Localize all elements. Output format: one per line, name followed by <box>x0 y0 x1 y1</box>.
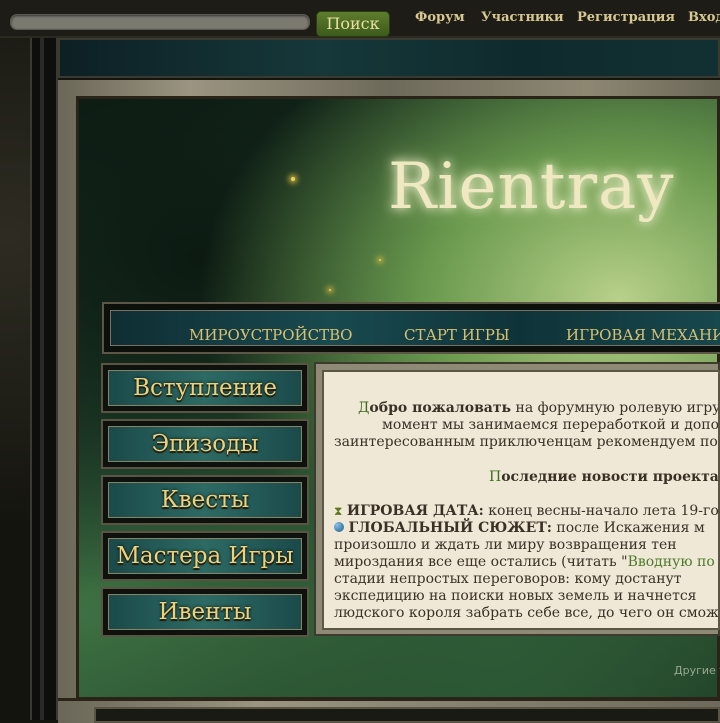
header-strip <box>58 38 720 78</box>
bottom-frame <box>58 698 720 723</box>
sidebar-button-label: Ивенты <box>158 599 252 625</box>
sidebar-button-label: Эпизоды <box>151 431 259 457</box>
nav-forum-link[interactable]: Форум <box>415 10 465 25</box>
intro-link[interactable]: Вводную по <box>628 554 715 570</box>
sidebar-button-label: Квесты <box>160 487 250 513</box>
firefly-light <box>291 177 295 181</box>
sidebar-button-label: Мастера Игры <box>116 543 294 569</box>
welcome-line-3: заинтересованным приключенцам рекомендуе… <box>334 434 720 450</box>
left-background <box>0 36 30 720</box>
sidebar-button-game-masters[interactable]: Мастера Игры <box>101 531 309 581</box>
main-menu-bar: МИРОУСТРОЙСТВО СТАРТ ИГРЫ ИГРОВАЯ МЕХАНИ… <box>102 302 720 354</box>
sidebar-button-quests[interactable]: Квесты <box>101 475 309 525</box>
welcome-panel: Добро пожаловать на форумную ролевую игр… <box>322 370 720 630</box>
other-topics-link[interactable]: Другие т <box>674 664 720 677</box>
nav-register-link[interactable]: Регистрация <box>577 10 675 25</box>
menu-item-mechanics[interactable]: ИГРОВАЯ МЕХАНИК <box>566 326 720 344</box>
firefly-light <box>329 289 331 291</box>
plot-text: произошло и ждать ли миру возвращения те… <box>334 537 677 553</box>
welcome-line-2: момент мы занимаемся переработкой и допо… <box>382 417 720 433</box>
global-plot-line: ГЛОБАЛЬНЫЙ СЮЖЕТ: после Искажения м <box>334 520 705 536</box>
game-date-line: ⧗ ИГРОВАЯ ДАТА: конец весны-начало лета … <box>334 503 719 519</box>
site-logo[interactable]: Rientray <box>388 150 674 224</box>
menu-item-game-start[interactable]: СТАРТ ИГРЫ <box>404 326 510 344</box>
firefly-light <box>379 259 381 261</box>
menu-item-world[interactable]: МИРОУСТРОЙСТВО <box>189 326 352 344</box>
plot-text: экспедицию на поиски новых земель и начн… <box>334 588 697 604</box>
sidebar-button-episodes[interactable]: Эпизоды <box>101 419 309 469</box>
left-decorative-strip <box>30 36 58 720</box>
search-button[interactable]: Поиск <box>316 11 390 37</box>
news-heading: Последние новости проекта <box>489 469 719 485</box>
sidebar-button-events[interactable]: Ивенты <box>101 587 309 637</box>
hourglass-icon: ⧗ <box>334 504 343 518</box>
search-input[interactable] <box>10 14 310 30</box>
plot-text: мироздания все еще остались (читать "Вво… <box>334 554 715 570</box>
sidebar-button-label: Вступление <box>133 375 277 401</box>
top-bar: Поиск Форум Участники Регистрация Вход <box>0 0 720 38</box>
nav-members-link[interactable]: Участники <box>481 10 564 25</box>
sidebar-button-intro[interactable]: Вступление <box>101 363 309 413</box>
plot-text: стадии непростых переговоров: кому доста… <box>334 571 682 587</box>
globe-icon <box>334 522 344 532</box>
plot-text: людского короля забрать себе все, до чег… <box>334 605 720 621</box>
nav-login-link[interactable]: Вход <box>688 10 720 25</box>
welcome-line: Добро пожаловать на форумную ролевую игр… <box>358 400 720 416</box>
